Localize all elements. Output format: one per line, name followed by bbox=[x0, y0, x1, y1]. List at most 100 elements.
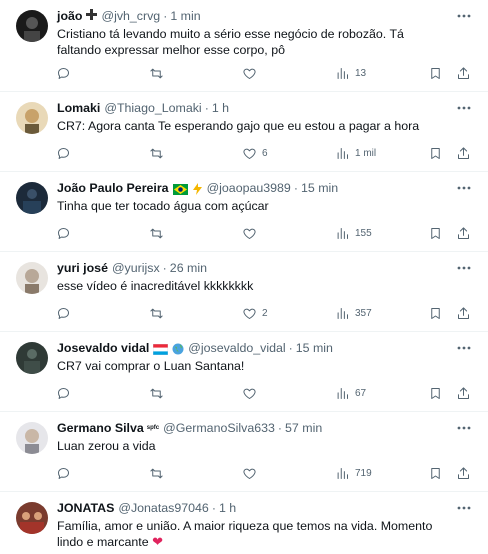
views-button[interactable]: 1 mil bbox=[335, 144, 376, 162]
views-button[interactable]: 67 bbox=[335, 384, 366, 402]
avatar[interactable] bbox=[16, 10, 48, 42]
retweet-button[interactable] bbox=[149, 304, 164, 322]
more-icon[interactable] bbox=[454, 178, 474, 198]
share-button[interactable] bbox=[456, 64, 471, 82]
timestamp[interactable]: 1 min bbox=[170, 8, 200, 24]
like-button[interactable] bbox=[242, 464, 262, 482]
author-name[interactable]: yuri josé bbox=[57, 260, 108, 276]
separator-dot: · bbox=[204, 101, 209, 115]
like-button[interactable]: 2 bbox=[242, 304, 268, 322]
more-icon[interactable] bbox=[454, 498, 474, 518]
retweet-button[interactable] bbox=[149, 144, 164, 162]
retweet-icon bbox=[149, 66, 164, 81]
author-name[interactable]: JONATAS bbox=[57, 500, 114, 516]
views-button[interactable]: 13 bbox=[335, 64, 366, 82]
bookmark-button[interactable] bbox=[428, 304, 443, 322]
tweet[interactable]: Josevaldo vidal @josevaldo_vidal · 15 mi… bbox=[0, 332, 488, 412]
share-button[interactable] bbox=[456, 384, 471, 402]
author-name[interactable]: joão bbox=[57, 8, 82, 24]
like-button[interactable]: 6 bbox=[242, 144, 268, 162]
author-handle[interactable]: @yurijsx bbox=[112, 260, 160, 276]
author-name[interactable]: Germano Silva bbox=[57, 420, 144, 436]
reply-icon bbox=[56, 306, 71, 321]
timestamp[interactable]: 1 h bbox=[212, 100, 229, 116]
author-handle[interactable]: @Thiago_Lomaki bbox=[104, 100, 201, 116]
share-button[interactable] bbox=[456, 224, 471, 242]
more-icon[interactable] bbox=[454, 6, 474, 26]
view-count: 13 bbox=[355, 67, 367, 79]
more-icon[interactable] bbox=[454, 418, 474, 438]
more-icon[interactable] bbox=[454, 338, 474, 358]
like-icon bbox=[242, 466, 257, 481]
tweet[interactable]: JONATAS @Jonatas97046 · 1 h Família, amo… bbox=[0, 492, 488, 554]
retweet-button[interactable] bbox=[149, 64, 164, 82]
reply-icon bbox=[56, 466, 71, 481]
timestamp[interactable]: 57 min bbox=[285, 420, 322, 436]
avatar[interactable] bbox=[16, 262, 48, 294]
retweet-button[interactable] bbox=[149, 224, 164, 242]
tweet[interactable]: joão @jvh_crvg · 1 min Cristiano tá leva… bbox=[0, 0, 488, 92]
author-handle[interactable]: @josevaldo_vidal bbox=[188, 340, 285, 356]
bookmark-button[interactable] bbox=[428, 224, 443, 242]
share-button[interactable] bbox=[456, 304, 471, 322]
reply-button[interactable] bbox=[56, 464, 71, 482]
action-bar: 67 bbox=[0, 384, 488, 402]
views-button[interactable]: 357 bbox=[335, 304, 372, 322]
separator-dot: · bbox=[162, 261, 167, 275]
retweet-button[interactable] bbox=[149, 384, 164, 402]
luxembourg-flag-icon bbox=[153, 343, 169, 355]
like-button[interactable] bbox=[242, 224, 262, 242]
bookmark-button[interactable] bbox=[428, 464, 443, 482]
lightning-icon bbox=[192, 182, 203, 195]
author-name[interactable]: Josevaldo vidal bbox=[57, 340, 149, 356]
more-icon[interactable] bbox=[454, 258, 474, 278]
author-handle[interactable]: @jvh_crvg bbox=[101, 8, 160, 24]
tweet[interactable]: yuri josé @yurijsx · 26 min esse vídeo é… bbox=[0, 252, 488, 332]
avatar[interactable] bbox=[16, 502, 48, 534]
bookmark-button[interactable] bbox=[428, 64, 443, 82]
view-count: 719 bbox=[355, 467, 372, 479]
author-handle[interactable]: @Jonatas97046 bbox=[118, 500, 208, 516]
view-count: 67 bbox=[355, 387, 367, 399]
bookmark-button[interactable] bbox=[428, 384, 443, 402]
author-name[interactable]: Lomaki bbox=[57, 100, 100, 116]
views-icon bbox=[335, 66, 350, 81]
views-button[interactable]: 155 bbox=[335, 224, 372, 242]
bookmark-icon bbox=[428, 306, 443, 321]
avatar[interactable] bbox=[16, 102, 48, 134]
timestamp[interactable]: 15 min bbox=[301, 180, 338, 196]
bookmark-button[interactable] bbox=[428, 144, 443, 162]
retweet-icon bbox=[149, 226, 164, 241]
tweet[interactable]: João Paulo Pereira @joaopau3989 · 15 min… bbox=[0, 172, 488, 252]
timestamp[interactable]: 26 min bbox=[170, 260, 207, 276]
like-icon bbox=[242, 386, 257, 401]
avatar[interactable] bbox=[16, 182, 48, 214]
avatar[interactable] bbox=[16, 342, 48, 374]
author-handle[interactable]: @joaopau3989 bbox=[207, 180, 291, 196]
views-button[interactable]: 719 bbox=[335, 464, 372, 482]
more-icon[interactable] bbox=[454, 98, 474, 118]
reply-button[interactable] bbox=[56, 304, 71, 322]
share-button[interactable] bbox=[456, 464, 471, 482]
timestamp[interactable]: 15 min bbox=[296, 340, 333, 356]
timestamp[interactable]: 1 h bbox=[219, 500, 236, 516]
like-button[interactable] bbox=[242, 64, 262, 82]
reply-button[interactable] bbox=[56, 224, 71, 242]
reply-button[interactable] bbox=[56, 384, 71, 402]
like-count: 6 bbox=[262, 147, 268, 159]
retweet-button[interactable] bbox=[149, 464, 164, 482]
retweet-icon bbox=[149, 306, 164, 321]
action-bar: 2 357 bbox=[0, 304, 488, 322]
reply-button[interactable] bbox=[56, 64, 71, 82]
like-button[interactable] bbox=[242, 384, 262, 402]
author-name[interactable]: João Paulo Pereira bbox=[57, 180, 169, 196]
reply-button[interactable] bbox=[56, 144, 71, 162]
share-button[interactable] bbox=[456, 144, 471, 162]
views-icon bbox=[335, 226, 350, 241]
view-count: 357 bbox=[355, 307, 372, 319]
tweet[interactable]: Lomaki @Thiago_Lomaki · 1 h CR7: Agora c… bbox=[0, 92, 488, 172]
tweet[interactable]: Germano Silva spfc @GermanoSilva633 · 57… bbox=[0, 412, 488, 492]
views-icon bbox=[335, 386, 350, 401]
avatar[interactable] bbox=[16, 422, 48, 454]
author-handle[interactable]: @GermanoSilva633 bbox=[163, 420, 275, 436]
